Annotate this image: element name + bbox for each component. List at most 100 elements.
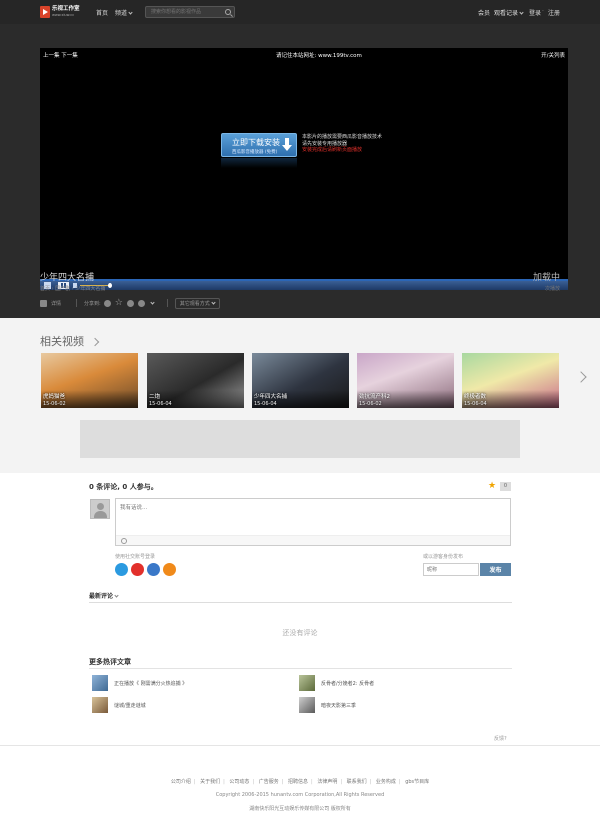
chevron-down-icon	[211, 299, 216, 305]
video-title: 少年四大名捕	[40, 273, 95, 283]
nav-member[interactable]: 会员	[478, 8, 490, 17]
company-name: 湖南快乐阳光互动娱乐传媒有限公司 版权所有	[249, 806, 351, 812]
qq-share-icon[interactable]	[137, 299, 145, 307]
related-videos-section: 相关视频 虎妈猫爸 15-06-02 二炮 15-06-04 少年四大名捕 15…	[0, 318, 600, 473]
weibo-share-icon[interactable]	[103, 299, 111, 307]
footer-link[interactable]: gbs节目库	[405, 779, 429, 785]
related-video-card[interactable]: 二炮 15-06-04	[147, 353, 244, 408]
search-bar	[145, 6, 235, 18]
video-player[interactable]: 上一集 下一集 请记住本站网址: www.199tv.com 开/关列表 立即下…	[40, 48, 568, 290]
search-icon[interactable]	[225, 9, 231, 15]
nav-channel-dropdown[interactable]: 频道	[115, 8, 133, 17]
video-card-date: 15-06-02	[359, 401, 382, 407]
nav-login[interactable]: 登录	[529, 8, 541, 17]
nav-home[interactable]: 首页	[96, 8, 108, 17]
qq-login-icon[interactable]	[115, 563, 128, 576]
emoji-icon[interactable]	[121, 538, 127, 544]
related-video-card[interactable]: 少年四大名捕 15-06-04	[252, 353, 349, 408]
footer-link[interactable]: 法律声明	[317, 779, 337, 785]
comment-input[interactable]	[116, 499, 510, 535]
renren-login-icon[interactable]	[147, 563, 160, 576]
hot-article-thumbnail	[299, 697, 315, 713]
nickname-field[interactable]	[423, 563, 479, 576]
footer-link[interactable]: 关于我们	[200, 779, 220, 785]
footer-link[interactable]: 公司动态	[229, 779, 249, 785]
star-icon[interactable]: ★	[488, 481, 496, 491]
chevron-right-icon	[90, 337, 100, 347]
footer-link[interactable]: 联系我们	[347, 779, 367, 785]
site-logo[interactable]: 乐视工作室 www.xiuw.cc	[40, 5, 82, 19]
player-section: 上一集 下一集 请记住本站网址: www.199tv.com 开/关列表 立即下…	[0, 24, 600, 318]
toggle-playlist[interactable]: 开/关列表	[541, 51, 565, 59]
hot-article-title: 暗夜天影第三季	[321, 702, 357, 709]
chevron-right-icon[interactable]	[575, 371, 587, 383]
progress-bar[interactable]	[40, 279, 568, 281]
publish-button[interactable]: 发布	[480, 563, 511, 576]
player-notice: 请记住本站网址: www.199tv.com	[276, 53, 362, 59]
hot-article-title: 反骨者/分娩者2: 反骨者	[321, 680, 375, 687]
empty-comments-text: 还没有评论	[282, 629, 318, 637]
hot-article-item[interactable]: 正在播放《 刚需满分火热追捕 》	[92, 675, 187, 691]
footer-links: 公司介绍 | 关于我们 | 公司动态 | 广告服务 | 招聘信息 | 法律声明 | 联系我们…	[170, 779, 430, 785]
detail-link[interactable]: 详情	[51, 300, 61, 307]
play-mode-dropdown[interactable]: 其它观看方式	[174, 297, 220, 309]
hot-article-item[interactable]: 反骨者/分娩者2: 反骨者	[299, 675, 374, 691]
weibo-login-icon[interactable]	[131, 563, 144, 576]
social-login-row	[115, 563, 176, 576]
qzone-login-icon[interactable]	[163, 563, 176, 576]
hot-article-thumbnail	[92, 697, 108, 713]
hot-article-item[interactable]: 暗夜天影第三季	[299, 697, 356, 713]
player-topbar: 上一集 下一集 请记住本站网址: www.199tv.com 开/关列表	[40, 48, 568, 60]
logo-url: www.xiuw.cc	[52, 13, 75, 17]
player-msg-line3: 安装完成后请刷新页面播放	[302, 147, 363, 153]
star-count-badge: 0	[500, 482, 511, 491]
divider	[89, 668, 512, 669]
divider	[166, 299, 168, 307]
search-input[interactable]	[146, 7, 222, 17]
video-card-title: 少年四大名捕	[254, 394, 288, 400]
nav-history-dropdown[interactable]: 观看记录	[494, 8, 524, 17]
footer-link[interactable]: 业务构成	[376, 779, 396, 785]
prev-next-episode[interactable]: 上一集 下一集	[43, 51, 78, 59]
divider	[0, 745, 600, 746]
related-heading[interactable]: 相关视频	[40, 333, 100, 349]
nav-history-label: 观看记录	[494, 10, 519, 17]
volume-knob[interactable]	[108, 283, 112, 288]
logo-icon	[40, 6, 50, 18]
hot-article-item[interactable]: 谜城/重走谜城	[92, 697, 146, 713]
detail-icon[interactable]	[40, 299, 47, 307]
play-count: 次播放	[544, 286, 560, 292]
loading-status: 加载中	[532, 273, 560, 283]
top-navbar: 乐视工作室 www.xiuw.cc 首页 频道 会员 观看记录 登录 · 注册	[0, 0, 600, 24]
footer-link[interactable]: 招聘信息	[288, 779, 308, 785]
latest-comments-tab[interactable]: 最新评论	[89, 591, 119, 600]
hot-article-thumbnail	[299, 675, 315, 691]
chevron-down-icon[interactable]	[150, 299, 155, 305]
guest-post-label: 或以游客身份发布	[423, 554, 464, 560]
breadcrumb[interactable]: 首页 › 国产剧 › 少年四大名捕	[40, 285, 105, 292]
wechat-share-icon[interactable]	[126, 299, 134, 307]
share-label: 分享到:	[84, 300, 101, 307]
video-card-title: 虎妈猫爸	[43, 394, 66, 400]
divider	[76, 299, 78, 307]
related-video-card[interactable]: 劲抗流产科2 15-06-02	[357, 353, 454, 408]
player-controls	[40, 279, 568, 290]
hot-article-title: 正在播放《 刚需满分火热追捕 》	[114, 680, 188, 687]
video-card-date: 15-06-04	[149, 401, 172, 407]
video-card-date: 15-06-04	[254, 401, 277, 407]
footer-link[interactable]: 广告服务	[259, 779, 279, 785]
chevron-down-icon	[519, 10, 524, 15]
footer-link[interactable]: 公司介绍	[171, 779, 191, 785]
hot-article-title: 谜城/重走谜城	[114, 702, 146, 709]
star-favorite-icon[interactable]: ☆	[115, 299, 123, 308]
nav-register[interactable]: 注册	[548, 8, 560, 17]
related-video-card[interactable]: 虎妈猫爸 15-06-02	[41, 353, 138, 408]
download-player-button[interactable]: 立即下载安装 西瓜影音播放器 (免费)	[221, 133, 297, 157]
ad-banner	[80, 420, 520, 458]
video-card-date: 15-06-02	[43, 401, 66, 407]
related-heading-label: 相关视频	[40, 335, 84, 348]
download-title: 立即下载安装	[232, 138, 280, 147]
related-video-card[interactable]: 终极者数 15-06-04	[462, 353, 559, 408]
button-reflection	[221, 158, 297, 168]
feedback-link[interactable]: 反馈?	[494, 735, 507, 742]
